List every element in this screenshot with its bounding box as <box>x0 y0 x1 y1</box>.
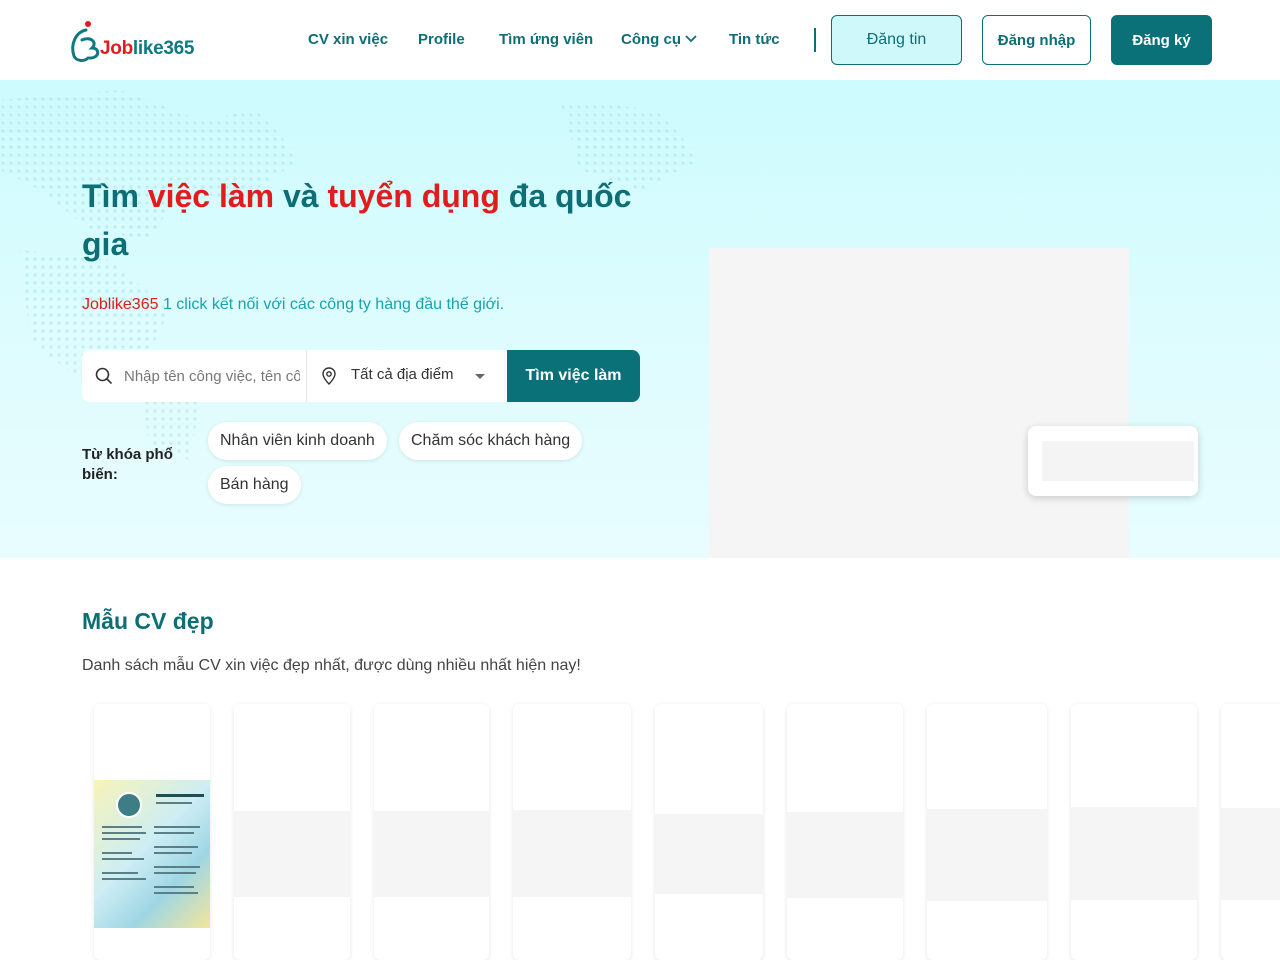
cv-thumb-line <box>154 872 196 874</box>
cv-template-card[interactable] <box>1071 704 1197 960</box>
cv-template-placeholder <box>927 809 1047 901</box>
cv-thumb-line <box>102 872 138 874</box>
cv-template-card[interactable] <box>655 704 763 960</box>
cv-template-placeholder <box>787 812 903 898</box>
keyword-search-input[interactable] <box>124 350 300 402</box>
nav-profile[interactable]: Profile <box>418 31 465 48</box>
cv-avatar-photo <box>116 792 142 818</box>
cv-template-placeholder <box>513 810 631 897</box>
cv-thumb-line <box>154 892 198 894</box>
cv-section-title: Mẫu CV đẹp <box>82 608 214 634</box>
cv-thumb-line <box>102 858 144 860</box>
hero-section: Tìm việc làm và tuyển dụng đa quốc gia J… <box>0 80 1280 558</box>
hero-title-part3: và <box>274 178 328 214</box>
cv-template-placeholder <box>374 811 489 897</box>
cv-thumb-line <box>102 878 146 880</box>
location-pin-icon <box>322 367 336 385</box>
location-select-value: Tất cả địa điểm <box>351 366 454 383</box>
job-search-bar: Tất cả địa điểm Tìm việc làm <box>82 350 640 402</box>
post-job-button[interactable]: Đăng tin <box>831 15 962 65</box>
keyword-chip-nhan-vien-kinh-doanh[interactable]: Nhân viên kinh doanh <box>208 422 387 460</box>
cv-template-card[interactable] <box>513 704 631 960</box>
nav-tin-tuc[interactable]: Tin tức <box>729 31 780 48</box>
hero-card-placeholder <box>1042 441 1194 481</box>
cv-thumb-line <box>156 794 204 797</box>
cv-thumb-line <box>102 852 132 854</box>
hero-subtitle: Joblike365 1 click kết nối với các công … <box>82 296 504 314</box>
cv-template-card[interactable] <box>374 704 489 960</box>
keyword-chip-ban-hang[interactable]: Bán hàng <box>208 466 301 504</box>
cv-thumb-line <box>154 852 192 854</box>
hero-title-part1: Tìm <box>82 178 148 214</box>
search-jobs-button[interactable]: Tìm việc làm <box>507 350 640 402</box>
cv-thumb-line <box>154 826 200 828</box>
login-button[interactable]: Đăng nhập <box>982 15 1091 65</box>
chevron-down-icon <box>685 34 697 42</box>
nav-divider <box>814 28 816 52</box>
site-header: Joblike365 CV xin việc Profile Tìm ứng v… <box>0 0 1280 80</box>
location-select[interactable]: Tất cả địa điểm <box>307 350 507 402</box>
caret-down-icon <box>475 374 485 379</box>
nav-tim-ung-vien[interactable]: Tìm ứng viên <box>499 31 593 48</box>
cv-thumb-line <box>154 832 194 834</box>
nav-cong-cu-label: Công cụ <box>621 31 681 48</box>
cv-section-subtitle: Danh sách mẫu CV xin việc đẹp nhất, được… <box>82 657 581 674</box>
logo-brand-part2: like365 <box>132 38 195 59</box>
logo-text: Joblike365 <box>100 38 194 60</box>
keyword-chip-cham-soc-khach-hang[interactable]: Chăm sóc khách hàng <box>399 422 583 460</box>
hero-title-part4: tuyển dụng <box>327 178 500 214</box>
cv-thumb-line <box>154 866 200 868</box>
cv-thumb-line <box>102 832 146 834</box>
nav-cv-xin-viec[interactable]: CV xin việc <box>308 31 388 48</box>
site-logo[interactable]: Joblike365 <box>66 18 206 64</box>
popular-keywords-label: Từ khóa phổ biến: <box>82 446 173 483</box>
cv-template-placeholder <box>655 814 763 894</box>
cv-template-card[interactable] <box>927 704 1047 960</box>
cv-template-card[interactable] <box>1221 704 1280 960</box>
cv-thumb-line <box>154 846 198 848</box>
cv-template-placeholder <box>234 811 350 897</box>
cv-template-placeholder <box>1071 807 1197 900</box>
logo-brand-part1: Job <box>100 38 133 59</box>
hero-floating-card <box>1028 426 1198 496</box>
cv-thumb-line <box>156 802 192 804</box>
hero-subtitle-brand: Joblike365 <box>82 296 159 313</box>
nav-cong-cu[interactable]: Công cụ <box>621 31 697 48</box>
cv-thumb-line <box>154 886 194 888</box>
world-map-dots-decoration <box>0 90 700 460</box>
cv-template-card[interactable] <box>787 704 903 960</box>
search-icon <box>95 367 113 385</box>
keyword-search-field <box>82 350 307 402</box>
cv-thumb-line <box>102 826 142 828</box>
cv-thumb-line <box>102 838 140 840</box>
hero-title-part2: việc làm <box>147 178 275 214</box>
cv-template-card[interactable] <box>234 704 350 960</box>
hero-subtitle-text: 1 click kết nối với các công ty hàng đầu… <box>158 296 505 313</box>
hero-image-placeholder <box>709 248 1129 558</box>
hero-title: Tìm việc làm và tuyển dụng đa quốc gia <box>82 172 642 268</box>
cv-template-thumbnail[interactable] <box>94 780 210 928</box>
register-button[interactable]: Đăng ký <box>1111 15 1212 65</box>
cv-template-placeholder <box>1221 808 1280 900</box>
